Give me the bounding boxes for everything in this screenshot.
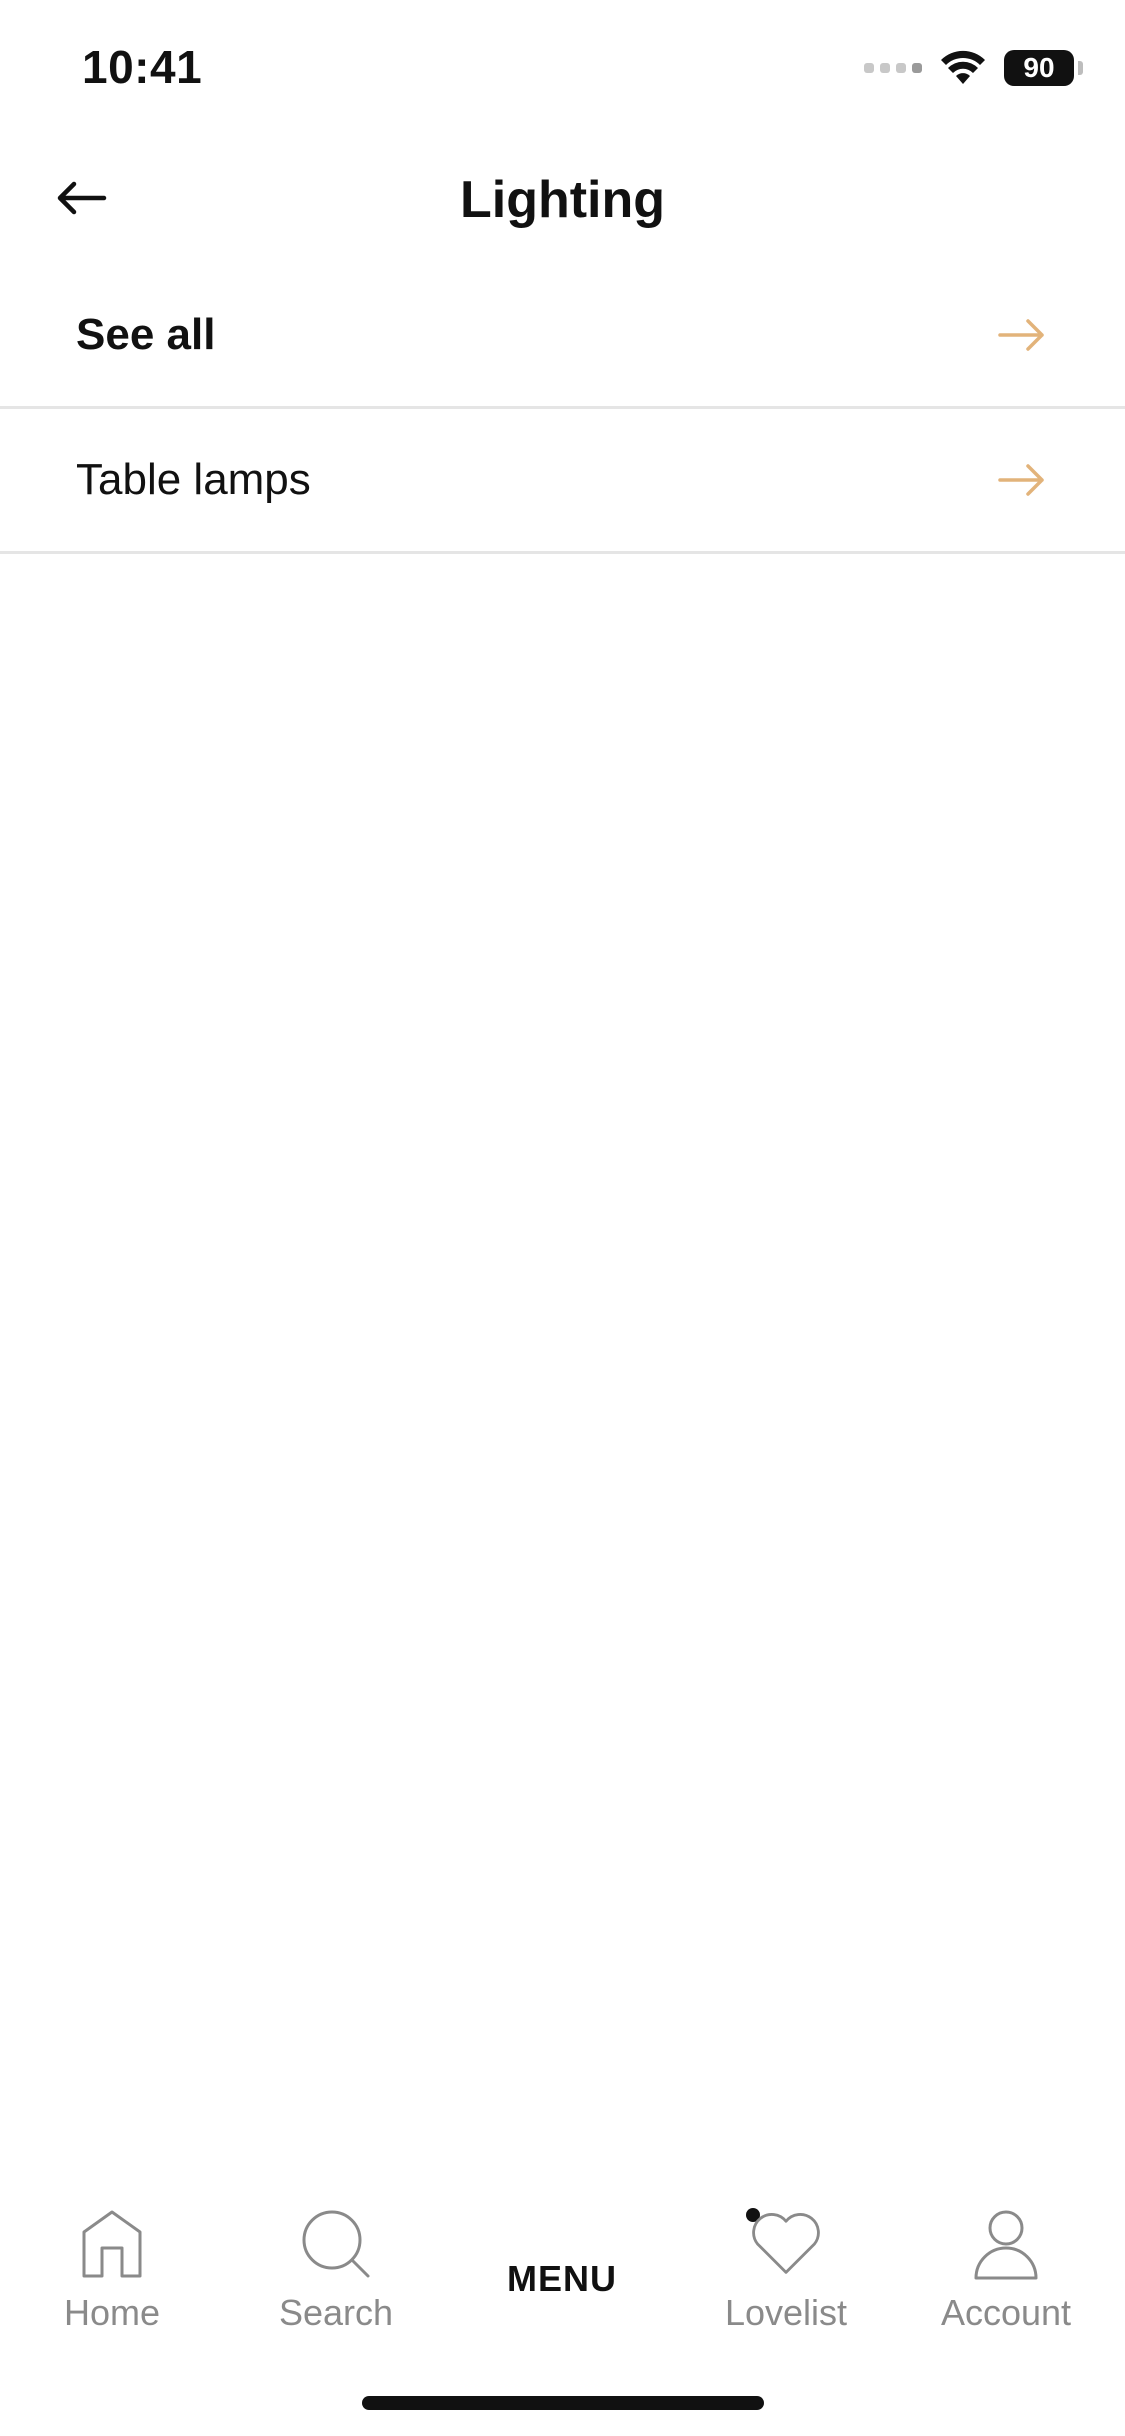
search-icon [302,2210,370,2278]
battery-icon: 90 [1004,50,1074,86]
navigation-header: Lighting [0,132,1125,264]
list-item-table-lamps[interactable]: Table lamps [0,409,1125,554]
tab-home[interactable]: Home [22,2180,202,2340]
list-item-label: See all [76,310,216,359]
page-title: Lighting [459,171,666,229]
arrow-right-icon [998,464,1044,496]
tab-lovelist[interactable]: Lovelist [696,2180,876,2340]
home-icon [82,2210,142,2278]
screen: 10:41 90 Lighting See all Table lamps Ho… [0,0,1125,2436]
tab-menu[interactable]: MENU [472,2180,652,2340]
tab-label: Account [940,2292,1072,2333]
battery-level: 90 [1023,52,1055,83]
category-list: See all Table lamps [0,264,1125,554]
tab-account[interactable]: Account [916,2180,1096,2340]
home-indicator [362,2396,764,2410]
person-icon [974,2210,1038,2280]
status-indicators: 90 [864,46,1083,90]
wifi-icon [941,50,985,84]
tab-label: Home [63,2292,161,2333]
tab-label: MENU [507,2258,617,2299]
list-item-see-all[interactable]: See all [0,264,1125,409]
cellular-signal-icon [864,63,922,73]
list-item-label: Table lamps [76,455,311,504]
status-time: 10:41 [82,41,203,93]
tab-label: Lovelist [724,2292,848,2333]
status-bar: 10:41 90 [0,0,1125,132]
tab-search[interactable]: Search [246,2180,426,2340]
heart-icon [752,2213,820,2274]
tab-label: Search [278,2292,394,2333]
bottom-tab-bar: Home Search MENU Lovelist Account [0,2180,1125,2340]
arrow-right-icon [998,319,1044,351]
battery-tip [1078,61,1083,75]
